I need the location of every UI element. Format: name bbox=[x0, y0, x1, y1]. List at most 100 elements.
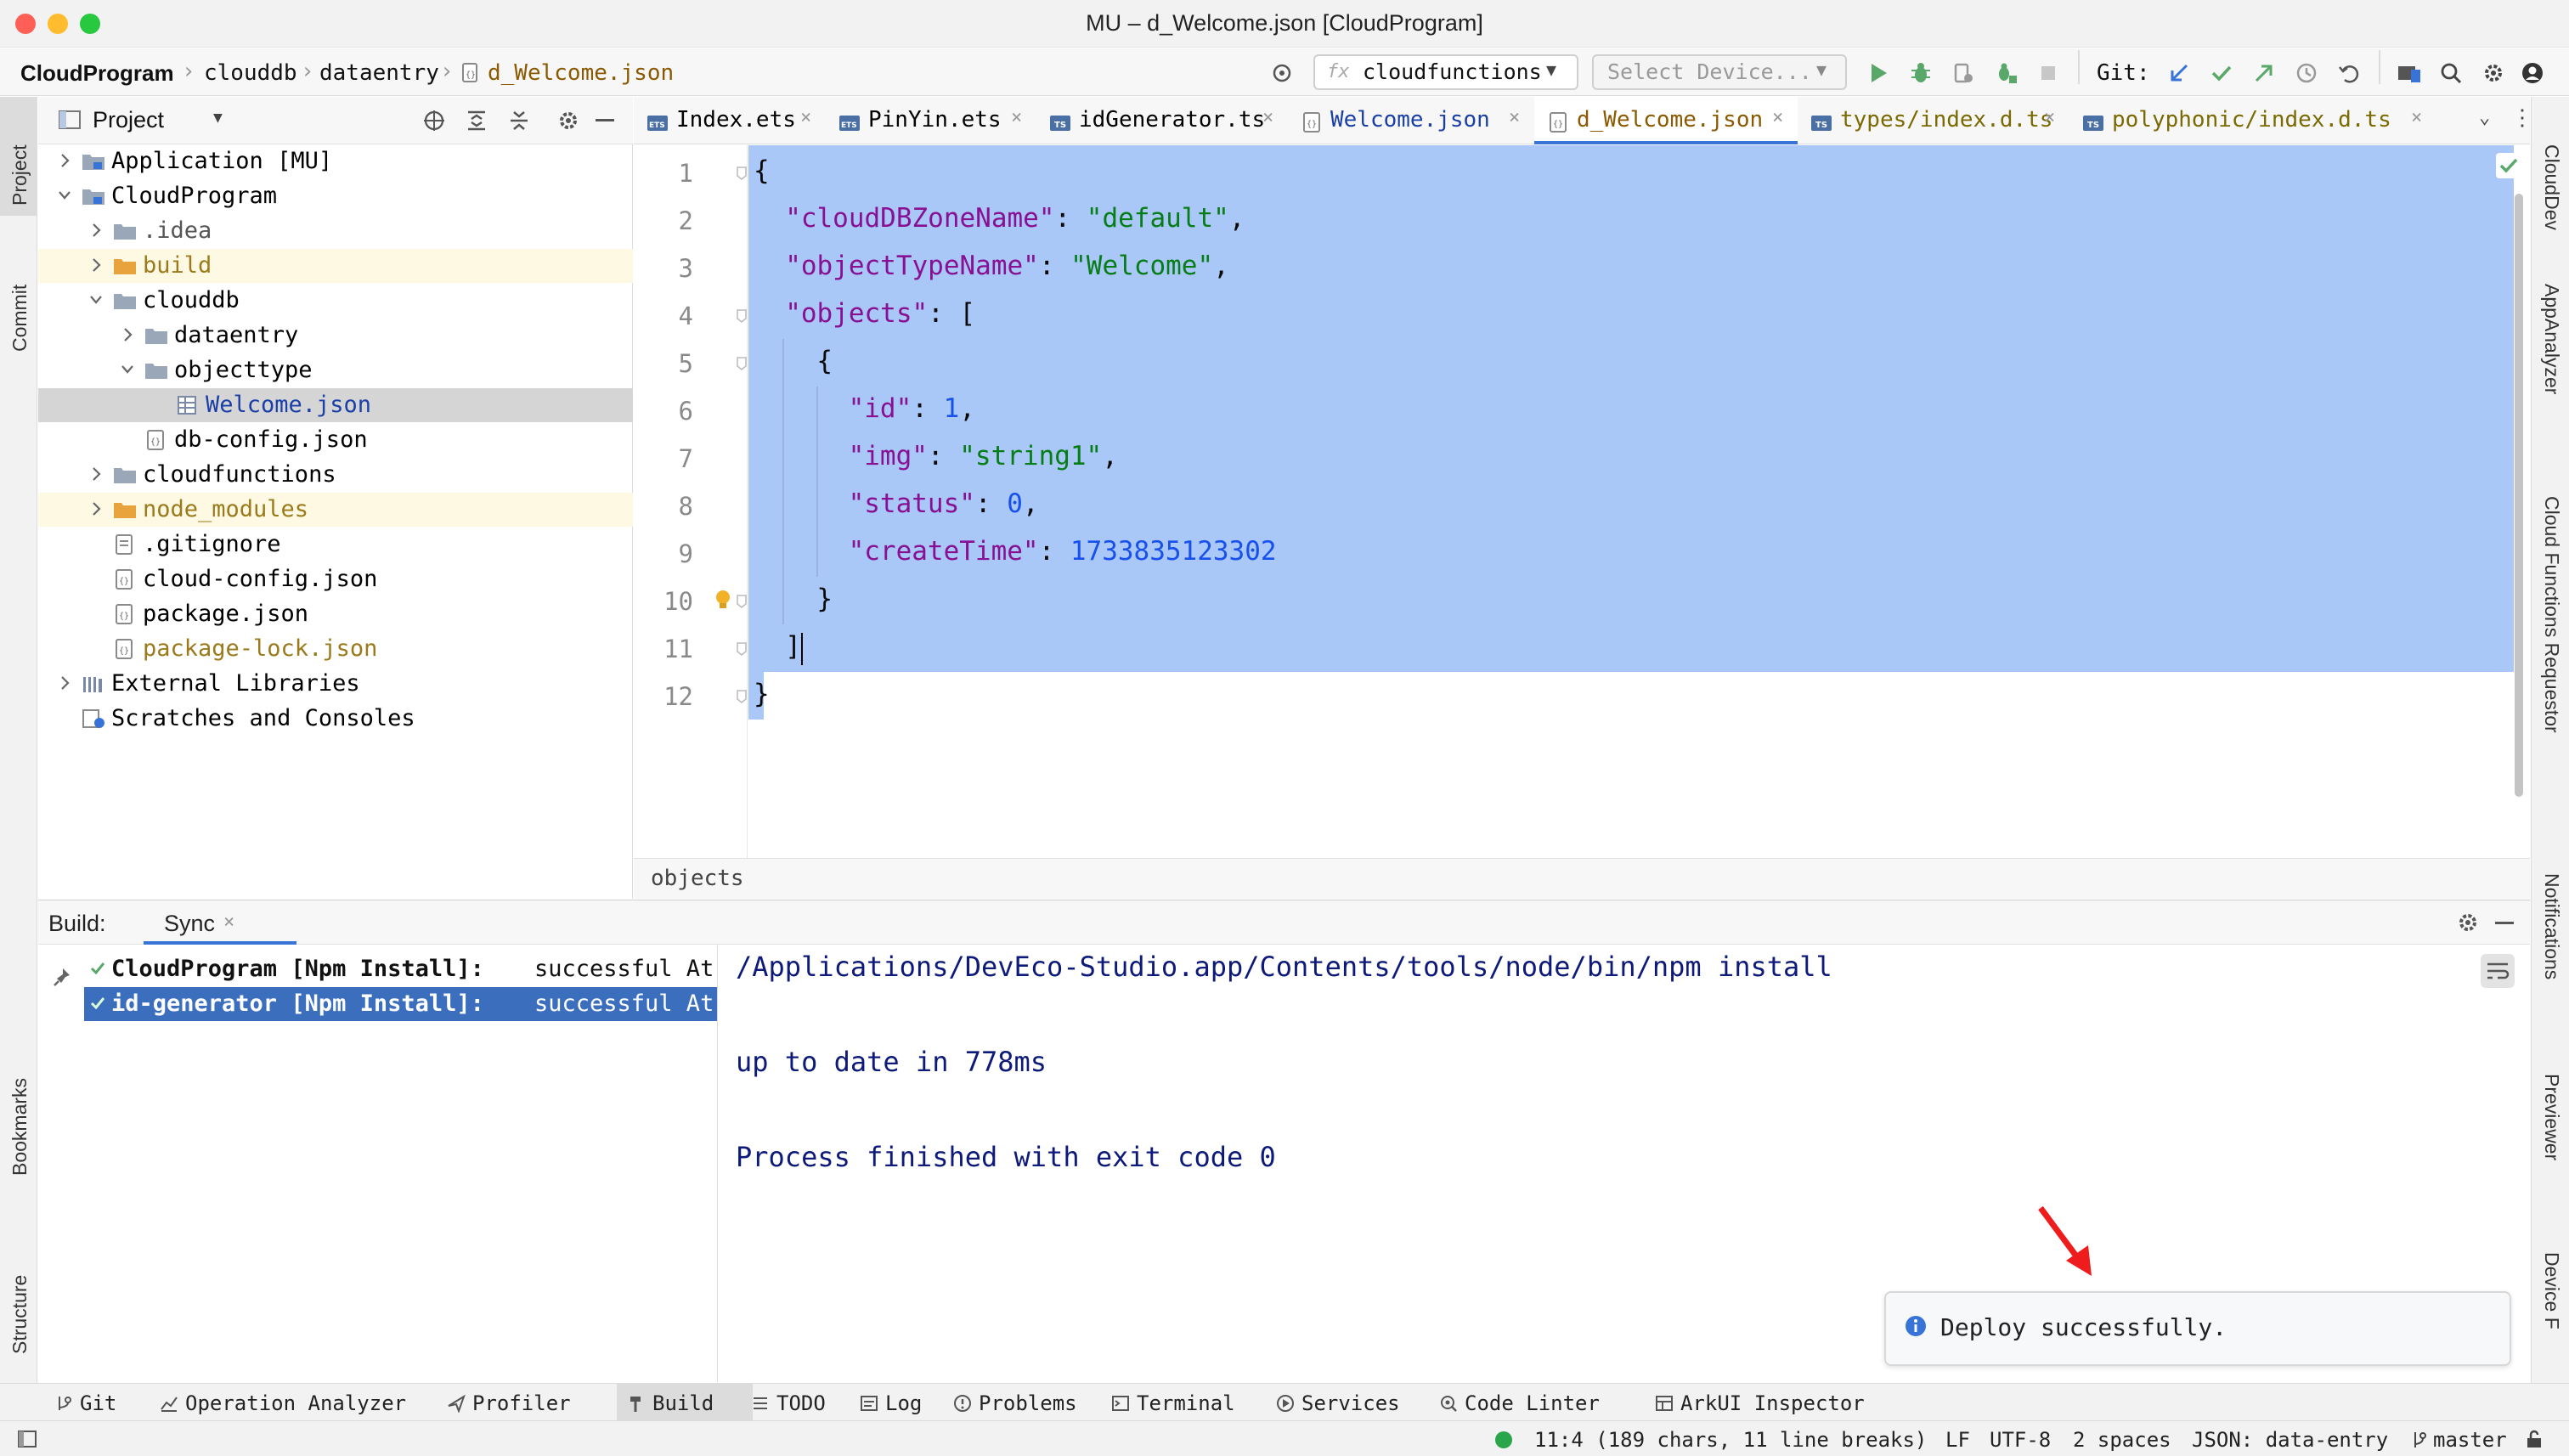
tree-item[interactable]: objecttype bbox=[38, 353, 633, 387]
tool-device-file[interactable]: Device F bbox=[2540, 1252, 2563, 1329]
chevron-down-icon[interactable]: ⌄ bbox=[2479, 107, 2490, 128]
gear-icon[interactable] bbox=[2456, 911, 2480, 934]
tool-profiler[interactable]: Profiler bbox=[437, 1384, 617, 1421]
close-icon[interactable]: × bbox=[1262, 107, 1273, 128]
tree-item[interactable]: Welcome.json bbox=[38, 388, 633, 422]
tree-item[interactable]: {} cloud-config.json bbox=[38, 562, 633, 596]
toggle-tool-windows-icon[interactable] bbox=[17, 1430, 37, 1448]
tree-item[interactable]: External Libraries bbox=[38, 667, 633, 701]
soft-wrap-icon[interactable] bbox=[2481, 954, 2515, 988]
code-editor[interactable]: {"cloudDBZoneName": "default", "objectTyp… bbox=[748, 145, 2530, 897]
chevron-right-icon[interactable] bbox=[88, 221, 104, 240]
build-task-row[interactable]: CloudProgram [Npm Install]: successful At bbox=[84, 952, 717, 986]
tool-bookmarks[interactable]: Bookmarks bbox=[8, 1040, 31, 1176]
fold-icon[interactable] bbox=[736, 308, 748, 324]
chevron-right-icon[interactable] bbox=[57, 151, 72, 170]
git-commit-icon[interactable] bbox=[2209, 60, 2234, 86]
target-icon[interactable] bbox=[1269, 60, 1295, 86]
fold-icon[interactable] bbox=[736, 356, 748, 371]
run-icon[interactable] bbox=[1866, 60, 1891, 86]
breadcrumb-project[interactable]: CloudProgram bbox=[20, 60, 174, 87]
tool-build[interactable]: Build bbox=[617, 1384, 753, 1421]
device-manager-icon[interactable] bbox=[2396, 60, 2421, 86]
minimize-icon[interactable] bbox=[2495, 922, 2514, 924]
chevron-down-icon[interactable] bbox=[57, 186, 72, 205]
git-history-icon[interactable] bbox=[2294, 60, 2319, 86]
chevron-right-icon[interactable] bbox=[120, 325, 135, 344]
tool-problems[interactable]: Problems bbox=[943, 1384, 1101, 1421]
tool-notifications[interactable]: Notifications bbox=[2540, 873, 2563, 979]
debug-icon[interactable] bbox=[1908, 60, 1934, 86]
tree-item[interactable]: .idea bbox=[38, 214, 633, 248]
git-update-icon[interactable] bbox=[2166, 60, 2192, 86]
close-icon[interactable]: × bbox=[800, 107, 811, 128]
tree-item[interactable]: build bbox=[38, 249, 633, 283]
pin-icon[interactable] bbox=[52, 966, 74, 988]
tree-item[interactable]: cloudfunctions bbox=[38, 458, 633, 492]
file-encoding[interactable]: UTF-8 bbox=[1990, 1428, 2051, 1452]
breadcrumb-clouddb[interactable]: clouddb bbox=[204, 60, 297, 86]
stop-icon[interactable] bbox=[2035, 60, 2061, 86]
chevron-right-icon[interactable] bbox=[88, 499, 104, 518]
tool-operation-analyzer[interactable]: Operation Analyzer bbox=[150, 1384, 437, 1421]
close-icon[interactable]: × bbox=[2044, 107, 2055, 128]
close-icon[interactable]: × bbox=[1509, 107, 1520, 128]
git-push-icon[interactable] bbox=[2251, 60, 2277, 86]
status-indicator-icon[interactable] bbox=[1495, 1431, 1512, 1448]
tree-item[interactable]: clouddb bbox=[38, 284, 633, 318]
tool-git[interactable]: Git bbox=[44, 1384, 150, 1421]
editor-tab[interactable]: TS types/index.d.ts × bbox=[1798, 97, 2069, 144]
tool-commit[interactable]: Commit bbox=[8, 258, 31, 352]
editor-tab[interactable]: {} d_Welcome.json × bbox=[1534, 97, 1798, 144]
tree-item[interactable]: Scratches and Consoles bbox=[38, 702, 633, 736]
tree-item[interactable]: .gitignore bbox=[38, 528, 633, 562]
tool-services[interactable]: Services bbox=[1266, 1384, 1429, 1421]
close-icon[interactable]: × bbox=[1011, 107, 1022, 128]
git-branch[interactable]: master bbox=[2433, 1428, 2507, 1452]
chevron-down-icon[interactable] bbox=[88, 291, 104, 309]
search-icon[interactable] bbox=[2438, 60, 2464, 86]
tool-structure[interactable]: Structure bbox=[8, 1218, 31, 1354]
tree-item[interactable]: {} package-lock.json bbox=[38, 632, 633, 666]
json-schema[interactable]: JSON: data-entry bbox=[2192, 1428, 2388, 1452]
locate-icon[interactable] bbox=[422, 109, 446, 133]
git-rollback-icon[interactable] bbox=[2336, 60, 2362, 86]
editor-breadcrumb[interactable]: objects bbox=[651, 866, 744, 891]
tool-project[interactable]: Project bbox=[8, 112, 31, 206]
tree-item[interactable]: Application [MU] bbox=[38, 144, 633, 178]
attach-debugger-icon[interactable] bbox=[1993, 60, 2019, 86]
device-select[interactable]: Select Device... ▼ bbox=[1592, 54, 1847, 90]
account-icon[interactable] bbox=[2520, 60, 2545, 86]
expand-all-icon[interactable] bbox=[465, 109, 488, 133]
project-panel-title[interactable]: Project bbox=[93, 107, 164, 133]
collapse-all-icon[interactable] bbox=[507, 109, 531, 133]
caret-position[interactable]: 11:4 (189 chars, 11 line breaks) bbox=[1534, 1428, 1927, 1452]
tool-previewer[interactable]: Previewer bbox=[2540, 1074, 2563, 1160]
gear-icon[interactable] bbox=[2481, 60, 2506, 86]
chevron-right-icon[interactable] bbox=[88, 465, 104, 483]
fold-icon[interactable] bbox=[736, 689, 748, 704]
close-icon[interactable]: × bbox=[2411, 107, 2422, 128]
breadcrumb-file[interactable]: d_Welcome.json bbox=[488, 60, 674, 86]
tool-appanalyzer[interactable]: AppAnalyzer bbox=[2540, 284, 2563, 394]
close-icon[interactable]: × bbox=[223, 911, 234, 933]
tree-item[interactable]: CloudProgram bbox=[38, 179, 633, 213]
close-icon[interactable]: × bbox=[1772, 107, 1783, 128]
tool-log[interactable]: Log bbox=[850, 1384, 943, 1421]
line-ending[interactable]: LF bbox=[1945, 1428, 1970, 1452]
indent-setting[interactable]: 2 spaces bbox=[2073, 1428, 2171, 1452]
build-task-row[interactable]: id-generator [Npm Install]: successful At bbox=[84, 987, 717, 1021]
chevron-down-icon[interactable] bbox=[120, 360, 135, 379]
tool-code-linter[interactable]: Code Linter bbox=[1429, 1384, 1645, 1421]
editor-tab[interactable]: TS polyphonic/index.d.ts × bbox=[2069, 97, 2436, 144]
chevron-down-icon[interactable]: ▼ bbox=[213, 109, 223, 127]
tool-cloud-functions-requestor[interactable]: Cloud Functions Requestor bbox=[2540, 496, 2563, 733]
fold-icon[interactable] bbox=[736, 641, 748, 657]
fold-icon[interactable] bbox=[736, 166, 748, 181]
editor-tab[interactable]: ETS Index.ets × bbox=[634, 97, 826, 144]
gear-icon[interactable] bbox=[556, 109, 580, 133]
profile-icon[interactable] bbox=[1951, 60, 1976, 86]
tool-todo[interactable]: TODO bbox=[741, 1384, 850, 1421]
inspection-ok-icon[interactable] bbox=[2496, 153, 2521, 178]
minimize-icon[interactable] bbox=[596, 119, 614, 121]
